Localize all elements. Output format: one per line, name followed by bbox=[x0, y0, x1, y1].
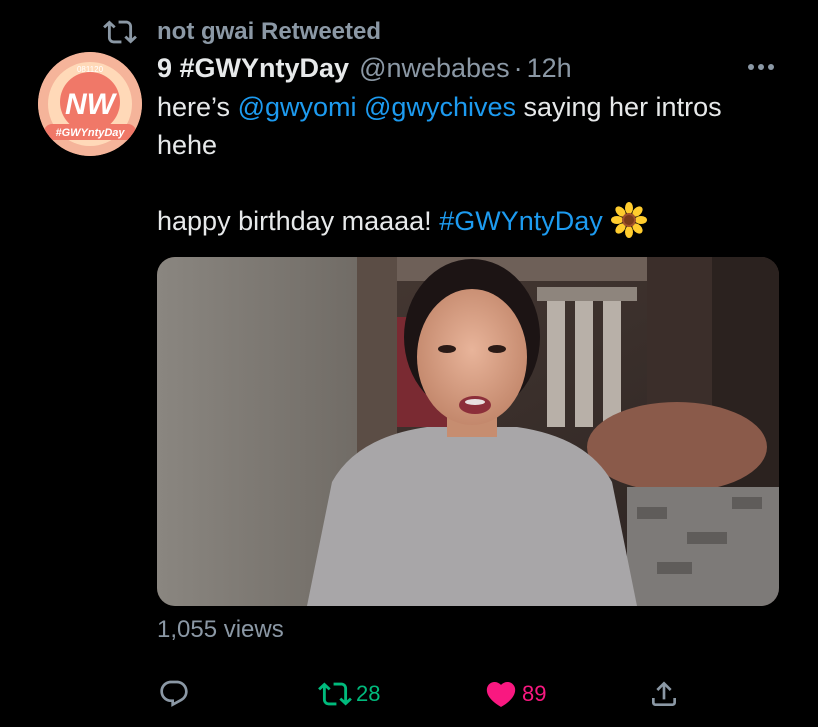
tweet-header: 9 #GWYntyDay @nwebabes · 12h bbox=[157, 48, 572, 88]
heart-icon bbox=[486, 681, 516, 707]
tweet-text-line-2: happy birthday maaaa! #GWYntyDay bbox=[157, 201, 757, 240]
retweet-icon bbox=[318, 682, 352, 706]
retweet-button[interactable]: 28 bbox=[318, 674, 380, 714]
avatar-bottom-text: #GWYntyDay bbox=[55, 127, 125, 139]
video-thumbnail bbox=[157, 257, 779, 606]
display-name[interactable]: 9 #GWYntyDay bbox=[157, 53, 349, 84]
tweet-text: here’s @gwyomi @gwychives saying her int… bbox=[157, 88, 757, 240]
mention-gwyomi[interactable]: @gwyomi bbox=[238, 92, 357, 122]
mention-gwychives[interactable]: @gwychives bbox=[364, 92, 516, 122]
tweet-time[interactable]: 12h bbox=[527, 53, 572, 84]
text-space bbox=[357, 92, 365, 122]
avatar-logo-text: NW bbox=[65, 88, 118, 121]
share-icon bbox=[652, 681, 676, 706]
retweet-count: 28 bbox=[356, 681, 381, 706]
tweet-text-line-1: here’s @gwyomi @gwychives saying her int… bbox=[157, 88, 757, 164]
text-intro: here’s bbox=[157, 92, 238, 122]
sunflower-icon bbox=[610, 201, 647, 238]
tweet-actions: 28 89 bbox=[0, 674, 818, 714]
like-count: 89 bbox=[522, 681, 547, 706]
like-button[interactable]: 89 bbox=[484, 674, 546, 714]
text-birthday: happy birthday maaaa! bbox=[157, 206, 440, 236]
retweet-banner[interactable]: not gwai Retweeted bbox=[103, 14, 381, 50]
reply-icon bbox=[160, 680, 188, 707]
video-player[interactable] bbox=[157, 257, 779, 606]
separator-dot: · bbox=[513, 52, 523, 83]
reply-button[interactable] bbox=[158, 674, 190, 714]
more-options-icon[interactable] bbox=[744, 54, 778, 80]
avatar-top-text: 081120 bbox=[77, 65, 104, 74]
avatar-logo: 081120 NW #GWYntyDay bbox=[38, 52, 142, 156]
hashtag-link[interactable]: #GWYntyDay bbox=[439, 206, 603, 236]
avatar[interactable]: 081120 NW #GWYntyDay bbox=[38, 52, 142, 156]
share-button[interactable] bbox=[648, 674, 680, 714]
retweet-icon bbox=[103, 20, 137, 44]
user-handle[interactable]: @nwebabes bbox=[359, 53, 510, 84]
view-count: 1,055 views bbox=[157, 616, 284, 643]
retweet-banner-text: not gwai Retweeted bbox=[157, 18, 382, 45]
